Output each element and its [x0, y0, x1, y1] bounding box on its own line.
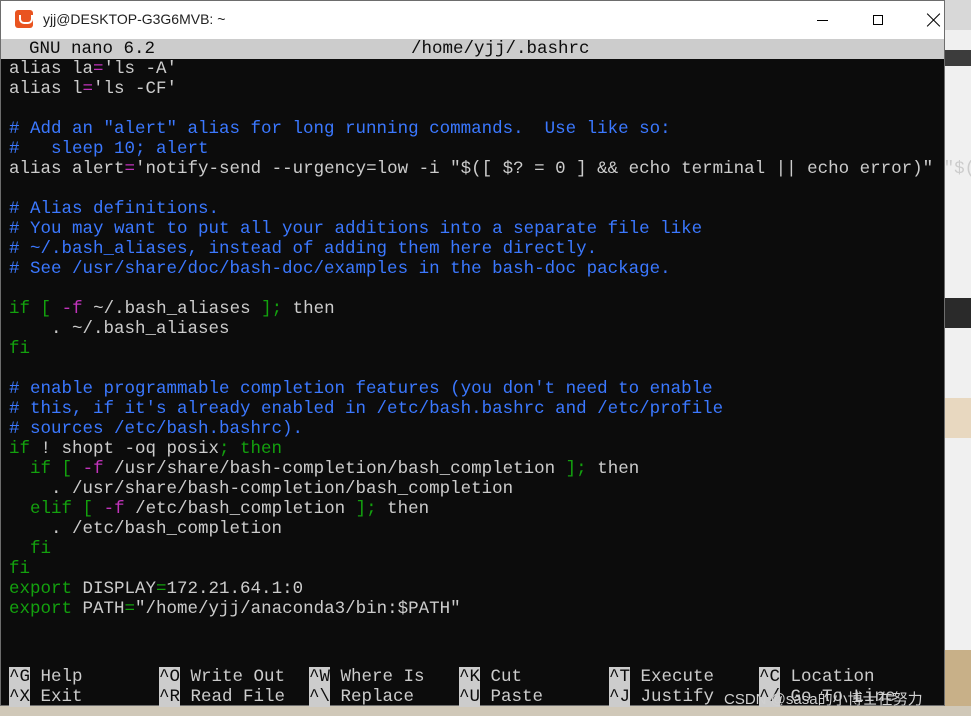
shortcut-key: ^C [759, 667, 781, 687]
shortcut-key: ^K [459, 667, 481, 687]
terminal-body[interactable]: GNU nano 6.2 /home/yjj/.bashrc alias la=… [1, 39, 971, 707]
shortcut-exit[interactable]: ^X Exit [9, 687, 83, 707]
editor-line: elif [ -f /etc/bash_completion ]; then [30, 499, 430, 519]
shortcut-key: ^W [309, 667, 331, 687]
editor-line: . ~/.bash_aliases [9, 319, 230, 339]
shortcut-key: ^U [459, 687, 481, 707]
close-icon [927, 13, 941, 27]
nano-header-bar: GNU nano 6.2 /home/yjj/.bashrc [1, 39, 944, 59]
editor-line: export DISPLAY=172.21.64.1:0 [9, 579, 304, 599]
shortcut-label: Replace [330, 687, 415, 707]
window-title: yjj@DESKTOP-G3G6MVB: ~ [43, 11, 226, 27]
editor-line: alias la='ls -A' [9, 59, 178, 79]
editor-line: # sources /etc/bash.bashrc). [9, 419, 304, 439]
editor-line: # this, if it's already enabled in /etc/… [9, 399, 724, 419]
maximize-icon [873, 15, 883, 25]
close-button[interactable] [911, 1, 957, 39]
shortcut-location[interactable]: ^C Location [759, 667, 875, 687]
maximize-button[interactable] [855, 1, 901, 39]
minimize-icon [816, 19, 828, 21]
shortcut-cut[interactable]: ^K Cut [459, 667, 522, 687]
shortcut-key: ^T [609, 667, 631, 687]
shortcut-key: ^G [9, 667, 31, 687]
shortcut-write-out[interactable]: ^O Write Out [159, 667, 285, 687]
shortcut-where-is[interactable]: ^W Where Is [309, 667, 425, 687]
editor-line: alias alert='notify-send --urgency=low -… [9, 159, 971, 179]
editor-line: if [ -f /usr/share/bash-completion/bash_… [30, 459, 640, 479]
editor-line: if ! shopt -oq posix; then [9, 439, 283, 459]
editor-line: export PATH="/home/yjj/anaconda3/bin:$PA… [9, 599, 461, 619]
shortcut-label: Justify [630, 687, 715, 707]
background-right-strip [945, 30, 971, 716]
editor-line: fi [9, 559, 31, 579]
nano-filename: /home/yjj/.bashrc [411, 39, 590, 59]
shortcut-label: Where Is [330, 667, 425, 687]
shortcut-replace[interactable]: ^\ Replace [309, 687, 414, 707]
ubuntu-terminal-icon[interactable] [15, 10, 33, 28]
shortcut-read-file[interactable]: ^R Read File [159, 687, 285, 707]
minimize-button[interactable] [799, 1, 845, 39]
shortcut-justify[interactable]: ^J Justify [609, 687, 714, 707]
shortcut-execute[interactable]: ^T Execute [609, 667, 714, 687]
shortcut-label: Exit [30, 687, 83, 707]
editor-line: alias l='ls -CF' [9, 79, 178, 99]
shortcut-label: Cut [480, 667, 523, 687]
shortcut-label: Paste [480, 687, 544, 707]
shortcut-key: ^R [159, 687, 181, 707]
editor-line: # You may want to put all your additions… [9, 219, 703, 239]
editor-line: # sleep 10; alert [9, 139, 209, 159]
editor-line: # Add an "alert" alias for long running … [9, 119, 671, 139]
editor-line: . /usr/share/bash-completion/bash_comple… [9, 479, 514, 499]
editor-line: # See /usr/share/doc/bash-doc/examples i… [9, 259, 671, 279]
shortcut-paste[interactable]: ^U Paste [459, 687, 543, 707]
shortcut-help[interactable]: ^G Help [9, 667, 83, 687]
shortcut-key: ^J [609, 687, 631, 707]
shortcut-key: ^\ [309, 687, 331, 707]
terminal-window: yjj@DESKTOP-G3G6MVB: ~ GNU nano 6.2 /hom… [0, 0, 971, 707]
shortcut-label: Help [30, 667, 83, 687]
editor-line: # Alias definitions. [9, 199, 220, 219]
nano-version: GNU nano 6.2 [29, 39, 156, 59]
title-bar: yjj@DESKTOP-G3G6MVB: ~ [1, 1, 944, 39]
shortcut-label: Location [780, 667, 875, 687]
editor-line: . /etc/bash_completion [9, 519, 283, 539]
editor-line: # ~/.bash_aliases, instead of adding the… [9, 239, 598, 259]
shortcut-label: Write Out [180, 667, 286, 687]
editor-line: if [ -f ~/.bash_aliases ]; then [9, 299, 335, 319]
editor-line: fi [9, 339, 31, 359]
shortcut-key: ^X [9, 687, 31, 707]
editor-line: # enable programmable completion feature… [9, 379, 713, 399]
csdn-watermark: CSDN @sasa的小博士在努力 [724, 691, 923, 708]
editor-line: fi [30, 539, 52, 559]
shortcut-key: ^O [159, 667, 181, 687]
shortcut-label: Execute [630, 667, 715, 687]
shortcut-label: Read File [180, 687, 286, 707]
